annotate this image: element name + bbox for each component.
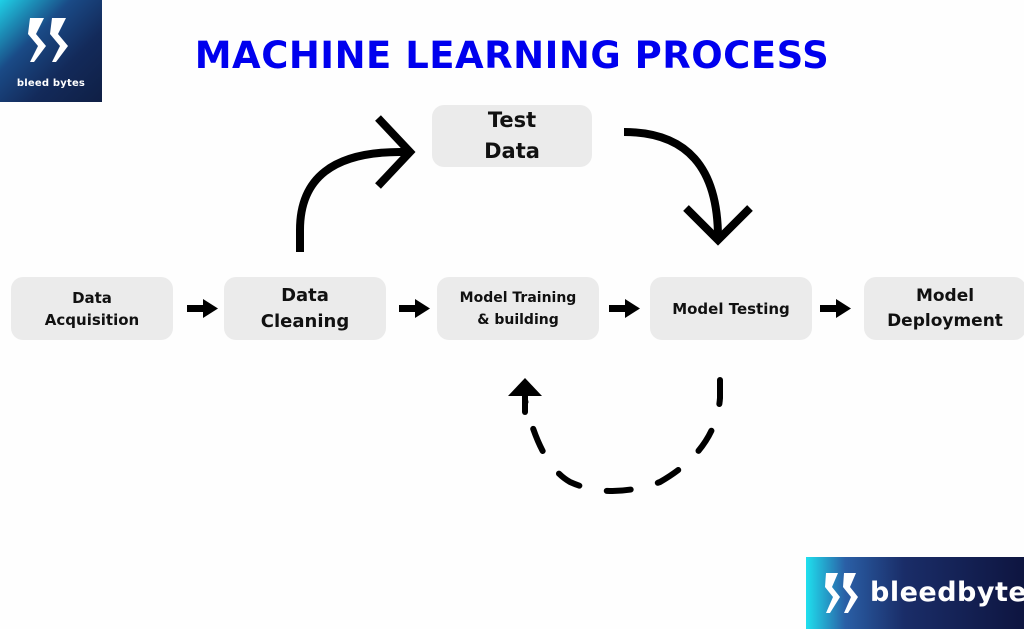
curved-arrow-up-icon bbox=[296, 115, 416, 252]
flow-arrow-icon bbox=[399, 299, 430, 318]
curved-arrow-down-icon bbox=[623, 128, 753, 246]
bleedbytes-logo-mark-icon bbox=[825, 573, 858, 613]
connectors-layer bbox=[187, 115, 851, 494]
flow-arrow-icon bbox=[820, 299, 851, 318]
flow-arrow-icon bbox=[609, 299, 640, 318]
dashed-feedback-arrow-icon bbox=[508, 377, 723, 494]
bleedbytes-logo-bottom: bleedbytes bbox=[806, 557, 1024, 629]
flow-arrow-icon bbox=[187, 299, 218, 318]
logo-text: bleedbytes bbox=[870, 577, 1024, 608]
